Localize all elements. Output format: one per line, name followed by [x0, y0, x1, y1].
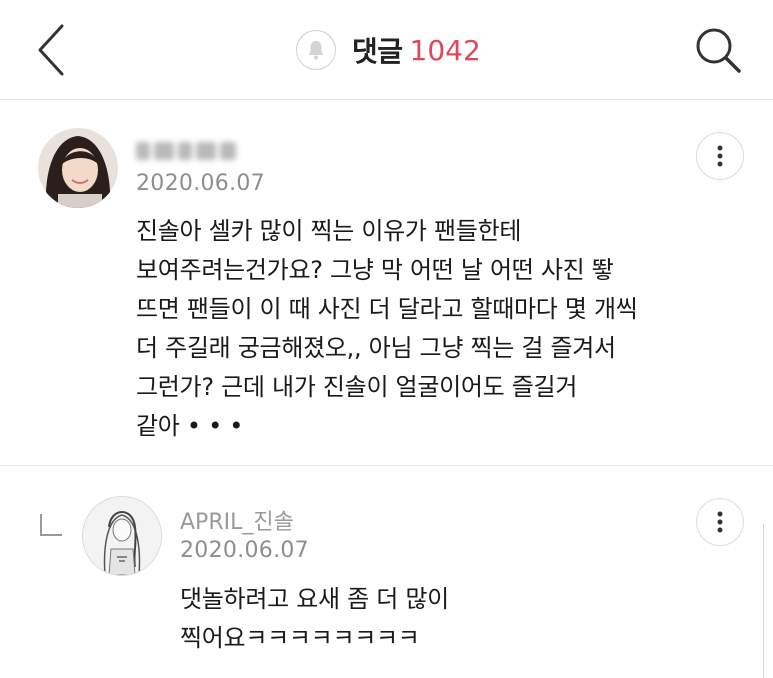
author-name[interactable]: APRIL_진솔: [180, 504, 294, 536]
reply-corner-icon: [40, 514, 62, 536]
divider: [763, 524, 764, 678]
author-name-blurred[interactable]: [136, 136, 242, 166]
back-button[interactable]: [30, 20, 74, 80]
comment-count: 1042: [409, 33, 481, 67]
user-photo-icon: [38, 128, 118, 208]
avatar[interactable]: [82, 496, 162, 576]
avatar[interactable]: [38, 128, 118, 208]
comment-date: 2020.06.07: [136, 171, 265, 196]
more-vertical-icon: [717, 511, 723, 533]
comment-body: 댓놀하려고 요새 좀 더 많이 찍어요ㅋㅋㅋㅋㅋㅋㅋㅋ: [180, 585, 449, 652]
more-options-button[interactable]: [696, 132, 744, 180]
more-options-button[interactable]: [696, 498, 744, 546]
more-vertical-icon: [717, 145, 723, 167]
page-title: 댓글: [352, 35, 403, 68]
comment-date: 2020.06.07: [180, 538, 309, 563]
top-bar: 댓글 1042: [0, 0, 773, 100]
search-button[interactable]: [690, 22, 746, 78]
chevron-left-icon: [38, 24, 64, 76]
search-icon: [696, 28, 741, 73]
comment-body: 진솔아 셀카 많이 찍는 이유가 팬들한테 보여주려는건가요? 그냥 막 어떤 …: [136, 217, 638, 440]
notification-button[interactable]: [296, 30, 336, 70]
bell-icon: [308, 41, 324, 60]
header-title-group: 댓글 1042: [296, 28, 481, 72]
comments-screen: 댓글 1042 2020.06.07 진솔아 셀카 많이 찍는 이유가 팬들한테…: [0, 0, 773, 678]
comment-item: 2020.06.07 진솔아 셀카 많이 찍는 이유가 팬들한테 보여주려는건가…: [0, 100, 773, 466]
user-drawing-icon: [83, 497, 161, 575]
reply-item: APRIL_진솔 2020.06.07 댓놀하려고 요새 좀 더 많이 찍어요ㅋ…: [0, 466, 773, 678]
